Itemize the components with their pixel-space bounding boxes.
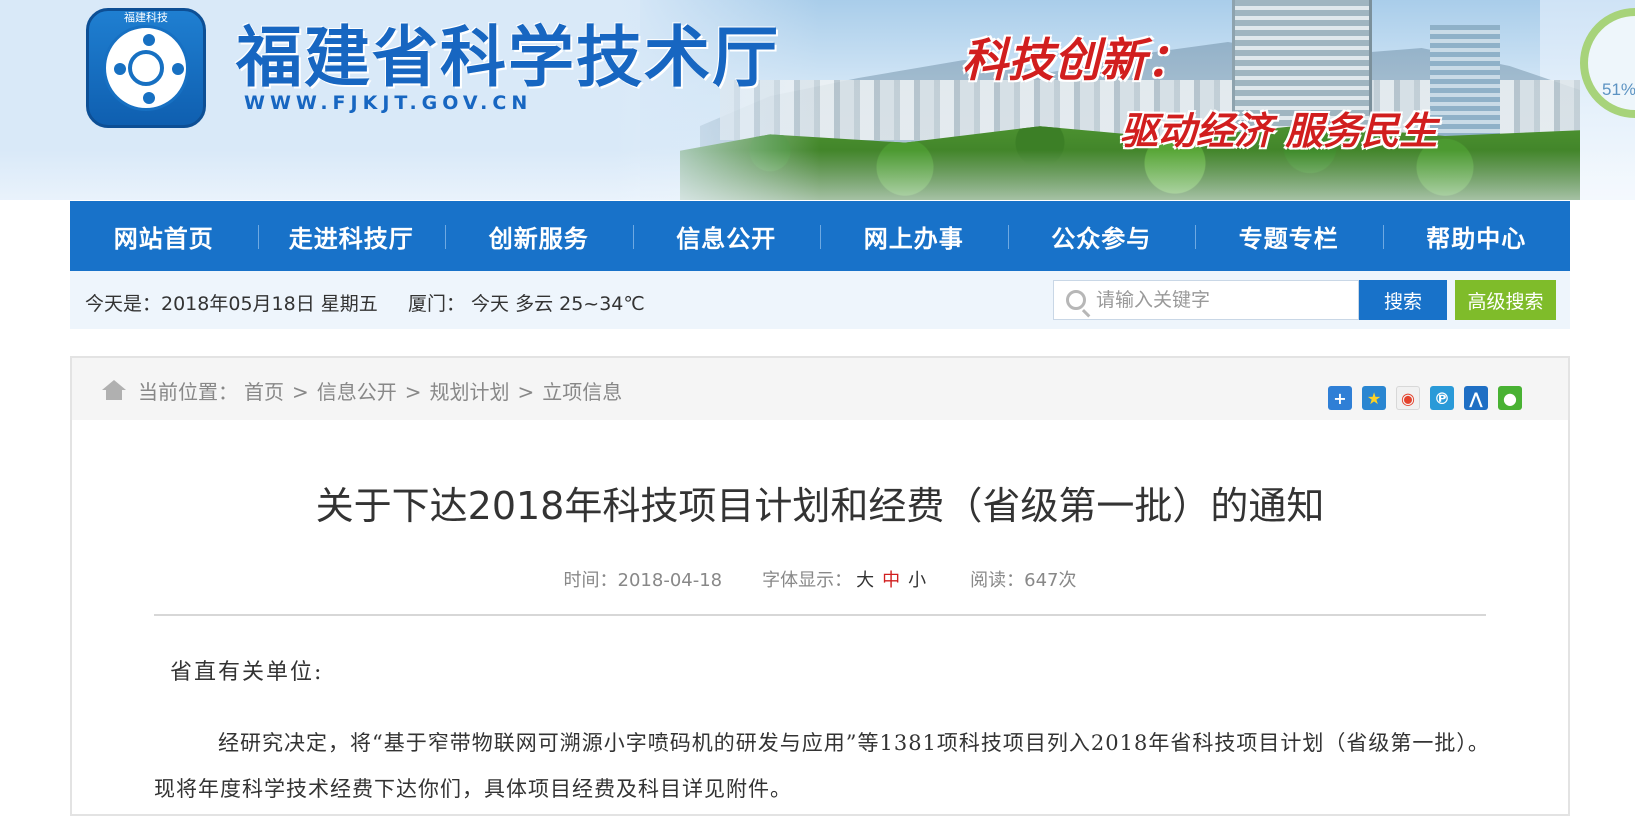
slogan-line-1: 科技创新： bbox=[962, 33, 1192, 87]
qzone-icon[interactable]: ★ bbox=[1362, 386, 1386, 410]
nav-item-special-topics[interactable]: 专题专栏 bbox=[1195, 201, 1383, 271]
emblem-dot bbox=[114, 63, 126, 75]
slogan-line-2: 驱动经济 服务民生 bbox=[1120, 108, 1438, 153]
breadcrumb-separator: > bbox=[292, 380, 309, 404]
page-load-progress-ring bbox=[1580, 8, 1635, 118]
nav-item-innovation-services[interactable]: 创新服务 bbox=[445, 201, 633, 271]
share-toolbar: + ★ ◉ ℗ ⋀ ● bbox=[1328, 386, 1522, 410]
breadcrumb-separator: > bbox=[517, 380, 535, 404]
weibo-icon[interactable]: ◉ bbox=[1396, 386, 1420, 410]
advanced-search-button[interactable]: 高级搜索 bbox=[1455, 280, 1556, 320]
font-size-large-link[interactable]: 大 bbox=[856, 570, 874, 591]
breadcrumb-separator: > bbox=[404, 380, 422, 404]
header-banner: 福建科技 福建省科学技术厅 WWW.FJKJT.GOV.CN 科技创新： 驱动经… bbox=[0, 0, 1635, 200]
emblem-circle bbox=[103, 25, 189, 111]
nav-item-help-center[interactable]: 帮助中心 bbox=[1382, 201, 1571, 271]
breadcrumb-information-disclosure[interactable]: 信息公开 bbox=[317, 380, 397, 404]
breadcrumb-bar: 当前位置： 首页 > 信息公开 > 规划计划 > 立项信息 + ★ ◉ ℗ ⋀ ● bbox=[72, 358, 1568, 420]
home-icon bbox=[102, 380, 126, 400]
search-input[interactable] bbox=[1096, 281, 1356, 319]
font-size-small-link[interactable]: 小 bbox=[908, 570, 926, 591]
nav-item-information-disclosure[interactable]: 信息公开 bbox=[632, 201, 821, 271]
font-size-label: 字体显示： bbox=[762, 570, 853, 591]
site-title: 福建省科学技术厅 bbox=[236, 19, 780, 96]
nav-item-about[interactable]: 走进科技厅 bbox=[257, 201, 446, 271]
info-bar: 今天是：2018年05月18日 星期五 厦门： 今天 多云 25~34℃ 搜索 … bbox=[70, 271, 1570, 329]
title-divider bbox=[154, 614, 1486, 616]
publish-time: 时间：2018-04-18 bbox=[563, 570, 723, 591]
tencent-weibo-icon[interactable]: ℗ bbox=[1430, 386, 1454, 410]
nav-item-public-participation[interactable]: 公众参与 bbox=[1007, 201, 1196, 271]
breadcrumb-label: 当前位置： bbox=[138, 380, 238, 404]
main-nav: 网站首页 走进科技厅 创新服务 信息公开 网上办事 公众参与 专题专栏 帮助中心 bbox=[70, 201, 1570, 271]
emblem-dot bbox=[172, 63, 184, 75]
site-url: WWW.FJKJT.GOV.CN bbox=[244, 92, 533, 114]
search-box bbox=[1053, 280, 1359, 320]
emblem-text: 福建科技 bbox=[124, 11, 168, 24]
page-load-progress-text: 51% bbox=[1602, 80, 1635, 99]
search-button[interactable]: 搜索 bbox=[1359, 280, 1447, 320]
banner-bottom-fade bbox=[0, 150, 1635, 200]
nav-item-online-services[interactable]: 网上办事 bbox=[820, 201, 1008, 271]
site-emblem-logo[interactable]: 福建科技 bbox=[86, 8, 206, 128]
article-meta: 时间：2018-04-18 字体显示：大中小 阅读：647次 bbox=[72, 566, 1568, 592]
nav-item-home[interactable]: 网站首页 bbox=[70, 201, 258, 271]
article-body: 经研究决定，将“基于窄带物联网可溯源小字喷码机的研发与应用”等1381项科技项目… bbox=[154, 731, 1490, 801]
current-date: 今天是：2018年05月18日 星期五 bbox=[85, 293, 378, 315]
emblem-dot bbox=[143, 34, 155, 46]
breadcrumb-home[interactable]: 首页 bbox=[244, 380, 284, 404]
breadcrumb: 首页 > 信息公开 > 规划计划 > 立项信息 bbox=[244, 376, 622, 405]
font-size-medium-link[interactable]: 中 bbox=[882, 570, 900, 591]
search-icon bbox=[1066, 290, 1086, 310]
emblem-core bbox=[128, 50, 164, 86]
emblem-dot bbox=[143, 92, 155, 104]
renren-icon[interactable]: ⋀ bbox=[1464, 386, 1488, 410]
article-title: 关于下达2018年科技项目计划和经费（省级第一批）的通知 bbox=[315, 484, 1325, 528]
weather-info: 厦门： 今天 多云 25~34℃ bbox=[408, 293, 645, 315]
plus-icon[interactable]: + bbox=[1328, 386, 1352, 410]
read-count: 阅读：647次 bbox=[970, 570, 1077, 591]
article-panel: 当前位置： 首页 > 信息公开 > 规划计划 > 立项信息 + ★ ◉ ℗ ⋀ ● 关于下达… bbox=[70, 356, 1570, 816]
breadcrumb-planning[interactable]: 规划计划 bbox=[430, 380, 510, 404]
article-salutation: 省直有关单位: bbox=[170, 660, 324, 685]
breadcrumb-project-info[interactable]: 立项信息 bbox=[542, 380, 622, 404]
wechat-icon[interactable]: ● bbox=[1498, 386, 1522, 410]
